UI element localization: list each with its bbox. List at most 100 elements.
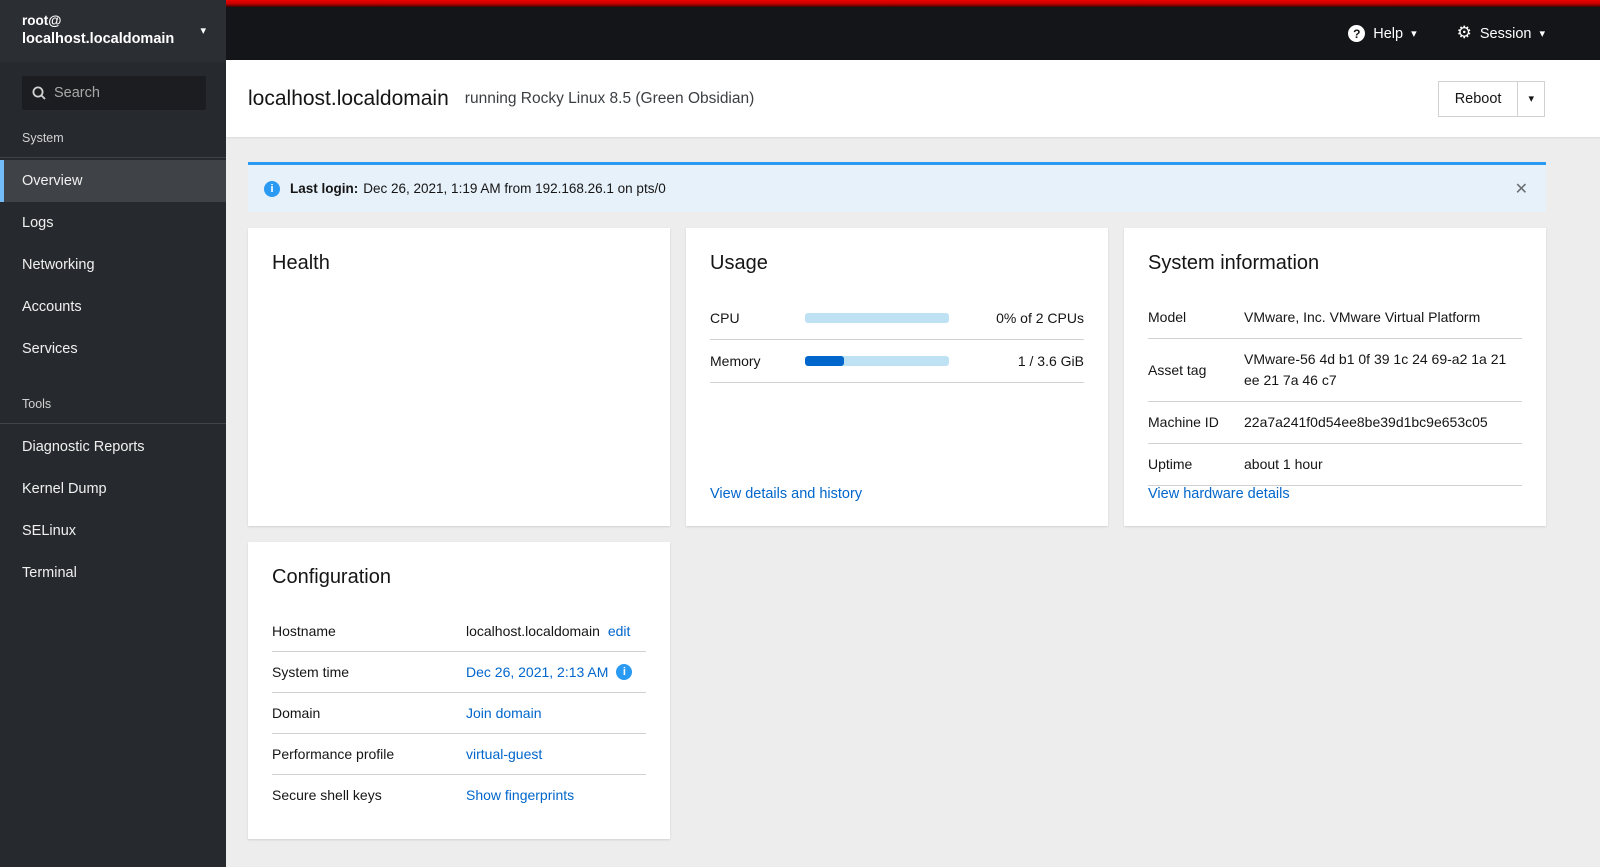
cards-grid: Health Usage CPU 0% of 2 CPUs Memory 1 / 3.… <box>248 228 1546 839</box>
configuration-table: Hostname localhost.localdomain edit System … <box>272 611 646 815</box>
row-label: Domain <box>272 705 321 721</box>
search-box[interactable] <box>22 75 206 110</box>
system-time-link[interactable]: Dec 26, 2021, 2:13 AM <box>466 664 608 680</box>
gear-icon: ⚙ <box>1456 23 1472 43</box>
sidebar-item-overview[interactable]: Overview <box>0 159 226 202</box>
usage-card: Usage CPU 0% of 2 CPUs Memory 1 / 3.6 GiB V… <box>686 228 1108 526</box>
row-value: Join domain <box>466 705 646 721</box>
system-information-card: System information Model VMware, Inc. VMw… <box>1124 228 1546 526</box>
view-details-and-history-link[interactable]: View details and history <box>710 486 862 502</box>
config-value-text: localhost.localdomain <box>466 623 600 639</box>
search-icon <box>32 86 46 100</box>
chevron-down-icon: ▾ <box>1539 27 1545 40</box>
row-value: 1 / 3.6 GiB <box>1017 353 1084 369</box>
nav-section-system: System Overview Logs Networking Accounts Serv… <box>0 122 226 370</box>
chevron-down-icon: ▾ <box>200 24 206 38</box>
sidebar-item-diagnostic-reports[interactable]: Diagnostic Reports <box>0 426 226 468</box>
masthead: ? Help ▾ ⚙ Session ▾ <box>226 0 1600 60</box>
usage-row: CPU 0% of 2 CPUs <box>710 297 1084 340</box>
view-hardware-details-link[interactable]: View hardware details <box>1148 486 1290 502</box>
row-label: Model <box>1148 309 1187 326</box>
domain-link[interactable]: Join domain <box>466 705 542 721</box>
row-value: localhost.localdomain edit <box>466 623 646 639</box>
user-menu[interactable]: root@ localhost.localdomain ▾ <box>0 0 226 62</box>
health-card: Health <box>248 228 670 526</box>
sidebar-nav: System Overview Logs Networking Accounts Serv… <box>0 122 226 867</box>
info-circle-icon[interactable]: i <box>616 664 633 680</box>
page-title: localhost.localdomain <box>248 86 449 110</box>
chevron-down-icon: ▾ <box>1411 27 1417 40</box>
table-row: System time Dec 26, 2021, 2:13 AM i <box>272 652 646 693</box>
reboot-split-button: Reboot ▾ <box>1437 80 1545 117</box>
masthead-toolbar: ? Help ▾ ⚙ Session ▾ <box>226 7 1600 60</box>
row-value: virtual-guest <box>466 746 646 762</box>
table-row: Secure shell keys Show fingerprints <box>272 775 646 815</box>
table-row: Uptime about 1 hour <box>1148 444 1522 486</box>
user-name: root@ <box>22 13 62 28</box>
table-row: Asset tag VMware-56 4d b1 0f 39 1c 24 69-… <box>1148 339 1522 402</box>
nav-section-title: System <box>0 122 226 158</box>
row-value: Show fingerprints <box>466 787 646 803</box>
sidebar-item-networking[interactable]: Networking <box>0 244 226 286</box>
sidebar-item-services[interactable]: Services <box>0 328 226 370</box>
row-value: 22a7a241f0d54ee8be39d1bc9e653c05 <box>1244 414 1488 430</box>
table-row: Machine ID 22a7a241f0d54ee8be39d1bc9e653c… <box>1148 402 1522 444</box>
progress-bar <box>805 313 949 323</box>
row-value: 0% of 2 CPUs <box>996 310 1084 326</box>
row-value: VMware, Inc. VMware Virtual Platform <box>1244 309 1481 325</box>
user-host: localhost.localdomain <box>22 31 175 48</box>
reboot-dropdown-toggle[interactable]: ▾ <box>1517 81 1544 116</box>
row-label: Machine ID <box>1148 414 1219 431</box>
usage-row: Memory 1 / 3.6 GiB <box>710 340 1084 383</box>
table-row: Performance profile virtual-guest <box>272 734 646 775</box>
progress-bar-fill <box>805 356 844 366</box>
usage-table: CPU 0% of 2 CPUs Memory 1 / 3.6 GiB <box>710 297 1084 383</box>
table-row: Model VMware, Inc. VMware Virtual Platfor… <box>1148 297 1522 339</box>
table-row: Hostname localhost.localdomain edit <box>272 611 646 652</box>
configuration-card-title: Configuration <box>272 566 391 588</box>
reboot-button[interactable]: Reboot <box>1439 82 1518 116</box>
info-circle-icon: i <box>264 180 280 197</box>
usage-card-title: Usage <box>710 252 768 274</box>
row-label: Secure shell keys <box>272 787 382 803</box>
alert-title: Last login: <box>290 181 359 196</box>
os-subtitle: running Rocky Linux 8.5 (Green Obsidian) <box>464 89 755 107</box>
page-content: i Last login: Dec 26, 2021, 1:19 AM from… <box>226 137 1600 867</box>
system-information-card-title: System information <box>1148 252 1320 274</box>
alert-close-button[interactable]: ✕ <box>1515 180 1528 197</box>
configuration-card: Configuration Hostname localhost.localdom… <box>248 542 670 839</box>
session-menu[interactable]: ⚙ Session ▾ <box>1457 25 1545 42</box>
brand-accent-stripe <box>226 0 1600 7</box>
table-row: Domain Join domain <box>272 693 646 734</box>
row-value: VMware-56 4d b1 0f 39 1c 24 69-a2 1a 21 … <box>1244 351 1507 388</box>
performance-profile-link[interactable]: virtual-guest <box>466 746 542 762</box>
row-label: Asset tag <box>1148 361 1207 378</box>
system-information-table: Model VMware, Inc. VMware Virtual Platfor… <box>1148 297 1522 486</box>
progress-bar <box>805 356 949 366</box>
sidebar-item-accounts[interactable]: Accounts <box>0 286 226 328</box>
alert-message: Dec 26, 2021, 1:19 AM from 192.168.26.1 … <box>363 181 666 196</box>
row-label: Memory <box>710 353 761 369</box>
row-value: Dec 26, 2021, 2:13 AM i <box>466 664 646 680</box>
hostname-link[interactable]: edit <box>608 623 631 639</box>
help-menu-label: Help <box>1373 25 1404 42</box>
health-card-title: Health <box>272 252 330 274</box>
sidebar-item-kernel-dump[interactable]: Kernel Dump <box>0 468 226 510</box>
page-header: localhost.localdomain running Rocky Linu… <box>226 60 1600 137</box>
sidebar-item-selinux[interactable]: SELinux <box>0 510 226 552</box>
search-input[interactable] <box>54 84 196 101</box>
sidebar-item-terminal[interactable]: Terminal <box>0 552 226 594</box>
session-menu-label: Session <box>1479 25 1532 42</box>
secure-shell-keys-link[interactable]: Show fingerprints <box>466 787 574 803</box>
nav-section-tools: Tools Diagnostic Reports Kernel Dump SELinu… <box>0 388 226 594</box>
nav-section-title: Tools <box>0 388 226 424</box>
app-root: root@ localhost.localdomain ▾ SystemOver… <box>0 0 1600 867</box>
logged-in-user: root@ localhost.localdomain <box>22 12 174 50</box>
row-label: System time <box>272 664 350 680</box>
row-label: Hostname <box>272 623 336 639</box>
help-menu[interactable]: ? Help ▾ <box>1348 25 1417 42</box>
sidebar-item-logs[interactable]: Logs <box>0 202 226 244</box>
row-label: Uptime <box>1148 456 1193 473</box>
question-circle-icon: ? <box>1348 25 1366 42</box>
row-label: CPU <box>710 310 740 326</box>
